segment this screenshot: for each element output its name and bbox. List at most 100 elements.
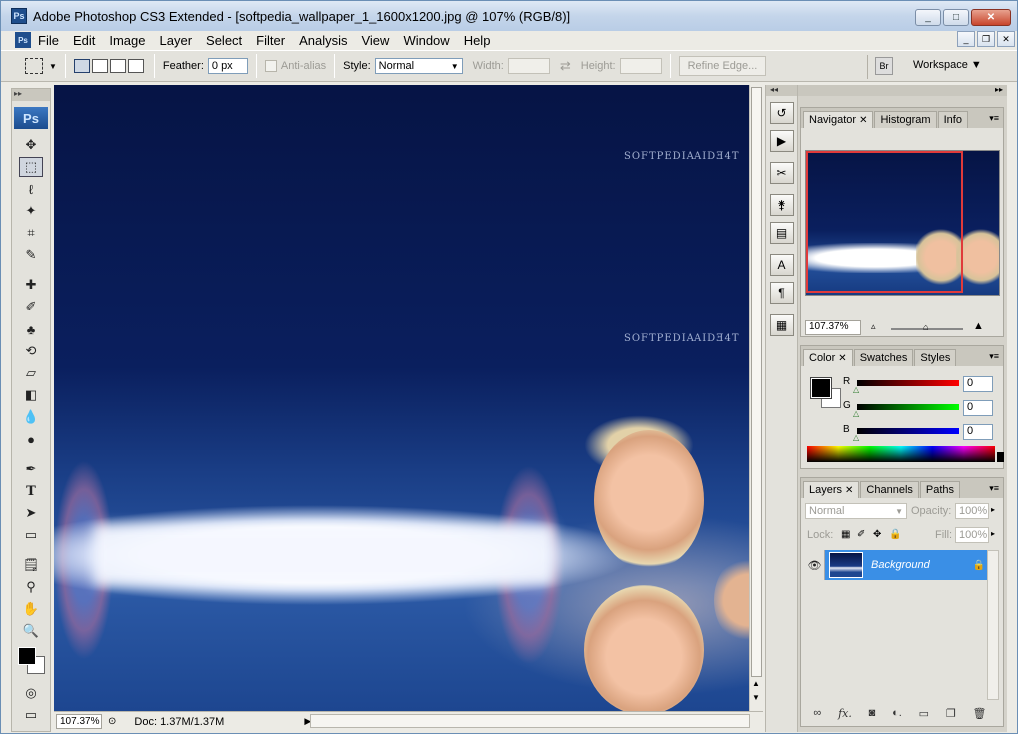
tab-histogram[interactable]: Histogram xyxy=(874,111,937,128)
intersect-selection-button[interactable] xyxy=(127,59,144,73)
notes-tool-icon[interactable]: 🗒 xyxy=(19,555,43,575)
lasso-tool-icon[interactable]: ℓ xyxy=(19,179,43,199)
clone-stamp-tool-icon[interactable]: ♣ xyxy=(19,319,43,339)
link-layers-icon[interactable]: ∞ xyxy=(813,707,821,719)
layer-style-icon[interactable]: fx. xyxy=(838,707,852,720)
navigator-zoom-field[interactable]: 107.37% xyxy=(805,320,861,335)
green-value-input[interactable]: 0 xyxy=(963,400,993,416)
blue-slider[interactable] xyxy=(857,428,959,434)
menu-analysis[interactable]: Analysis xyxy=(292,33,354,48)
subtract-selection-button[interactable] xyxy=(109,59,126,73)
path-selection-tool-icon[interactable]: ➤ xyxy=(19,503,43,523)
menu-file[interactable]: File xyxy=(31,33,66,48)
dock-collapse-icon[interactable]: ◂◂ xyxy=(766,85,797,96)
dodge-tool-icon[interactable]: ● xyxy=(19,429,43,449)
menu-layer[interactable]: Layer xyxy=(153,33,200,48)
swap-icon[interactable]: ⇄ xyxy=(560,58,571,74)
actions-panel-icon[interactable]: ▶ xyxy=(769,130,794,152)
workspace-menu[interactable]: Workspace ▼ xyxy=(913,59,982,71)
scroll-thumb[interactable] xyxy=(751,87,762,677)
maximize-button[interactable]: □ xyxy=(943,9,969,26)
status-menu-icon[interactable]: ⊙ xyxy=(108,716,116,727)
brush-tool-icon[interactable]: ✐ xyxy=(19,297,43,317)
foreground-color-swatch[interactable] xyxy=(18,647,36,665)
pen-tool-icon[interactable]: ✒ xyxy=(19,459,43,479)
opacity-arrow-icon[interactable]: ▸ xyxy=(991,505,995,514)
tab-color[interactable]: Color ✕ xyxy=(803,349,853,366)
chevron-down-icon[interactable]: ▼ xyxy=(49,62,57,71)
history-panel-icon[interactable]: ↺ xyxy=(769,102,794,124)
layer-comps-icon[interactable]: ▦ xyxy=(769,314,794,336)
shape-tool-icon[interactable]: ▭ xyxy=(19,525,43,545)
type-tool-icon[interactable]: T xyxy=(19,481,43,501)
new-selection-button[interactable] xyxy=(73,59,90,73)
doc-minimize-button[interactable]: _ xyxy=(957,31,975,47)
crop-tool-icon[interactable]: ⌗ xyxy=(19,223,43,243)
navigator-preview[interactable] xyxy=(805,150,1000,296)
vertical-scrollbar[interactable]: ▲ ▼ xyxy=(749,85,763,711)
document-canvas[interactable]: SOFTPEDIA AIDƎ4T SOFTPEDIA AIDƎ4T xyxy=(54,85,749,711)
scroll-down-icon[interactable]: ▼ xyxy=(752,693,760,702)
slice-tool-icon[interactable]: ✎ xyxy=(19,245,43,265)
lock-image-icon[interactable]: ✐ xyxy=(857,529,865,540)
adjustment-layer-icon[interactable]: ◐. xyxy=(892,707,902,719)
menu-select[interactable]: Select xyxy=(199,33,249,48)
character-panel-icon[interactable]: A xyxy=(769,254,794,276)
lock-transparency-icon[interactable]: ▦ xyxy=(841,529,850,540)
add-to-selection-button[interactable] xyxy=(91,59,108,73)
tab-info[interactable]: Info xyxy=(937,111,968,128)
tool-preset-picker[interactable] xyxy=(25,58,43,74)
zoom-level-field[interactable]: 107.37% xyxy=(56,714,102,729)
screen-mode-icon[interactable]: ▭ xyxy=(19,705,43,725)
fill-arrow-icon[interactable]: ▸ xyxy=(991,529,995,538)
hand-tool-icon[interactable]: ✋ xyxy=(19,599,43,619)
toolbox-collapse-icon[interactable]: ▸▸ xyxy=(12,89,50,101)
close-button[interactable]: ✕ xyxy=(971,9,1011,26)
document-icon[interactable]: Ps xyxy=(15,32,31,48)
menu-edit[interactable]: Edit xyxy=(66,33,102,48)
layer-row-background[interactable]: 👁 Background 🔒 xyxy=(805,550,995,580)
menu-filter[interactable]: Filter xyxy=(249,33,292,48)
scroll-up-icon[interactable]: ▲ xyxy=(752,679,760,688)
menu-help[interactable]: Help xyxy=(457,33,498,48)
menu-image[interactable]: Image xyxy=(102,33,152,48)
color-foreground-swatch[interactable] xyxy=(810,377,832,399)
style-dropdown[interactable]: Normal ▼ xyxy=(374,58,463,74)
clone-source-icon[interactable]: ▤ xyxy=(769,222,794,244)
doc-restore-button[interactable]: ❐ xyxy=(977,31,995,47)
color-spectrum-bar[interactable] xyxy=(807,446,995,462)
minimize-button[interactable]: _ xyxy=(915,9,941,26)
brushes-panel-icon[interactable]: ⚵ xyxy=(769,194,794,216)
eraser-tool-icon[interactable]: ▱ xyxy=(19,363,43,383)
delete-layer-icon[interactable]: 🗑 xyxy=(973,707,987,720)
red-slider-handle[interactable]: △ xyxy=(853,385,859,394)
panel-column-collapse-icon[interactable]: ▸▸ xyxy=(798,85,1007,96)
menu-window[interactable]: Window xyxy=(396,33,456,48)
width-input[interactable] xyxy=(507,58,550,74)
blend-mode-dropdown[interactable]: Normal ▼ xyxy=(805,503,907,519)
tab-styles[interactable]: Styles xyxy=(914,349,957,366)
bridge-icon[interactable]: Br xyxy=(875,57,893,75)
tool-presets-icon[interactable]: ✂ xyxy=(769,162,794,184)
tab-paths[interactable]: Paths xyxy=(919,481,961,498)
photoshop-logo[interactable]: Ps xyxy=(14,107,48,129)
healing-brush-tool-icon[interactable]: ✚ xyxy=(19,275,43,295)
red-value-input[interactable]: 0 xyxy=(963,376,993,392)
menu-view[interactable]: View xyxy=(354,33,396,48)
panel-menu-icon[interactable]: ▾≡ xyxy=(989,113,999,124)
lock-position-icon[interactable]: ✥ xyxy=(873,529,881,540)
gradient-tool-icon[interactable]: ◧ xyxy=(19,385,43,405)
green-slider[interactable] xyxy=(857,404,959,410)
refine-edge-button[interactable]: Refine Edge... xyxy=(678,56,767,76)
panel-menu-icon[interactable]: ▾≡ xyxy=(989,351,999,362)
height-input[interactable] xyxy=(619,58,662,74)
layer-mask-icon[interactable]: ◙ xyxy=(869,707,876,719)
new-layer-icon[interactable]: ❐ xyxy=(946,707,956,720)
zoom-in-icon[interactable]: ▲ xyxy=(973,320,984,332)
quick-mask-icon[interactable]: ◎ xyxy=(19,683,43,703)
paragraph-panel-icon[interactable]: ¶ xyxy=(769,282,794,304)
feather-input[interactable]: 0 px xyxy=(207,58,248,74)
antialias-checkbox[interactable] xyxy=(264,60,277,72)
red-slider[interactable] xyxy=(857,380,959,386)
tab-channels[interactable]: Channels xyxy=(860,481,919,498)
